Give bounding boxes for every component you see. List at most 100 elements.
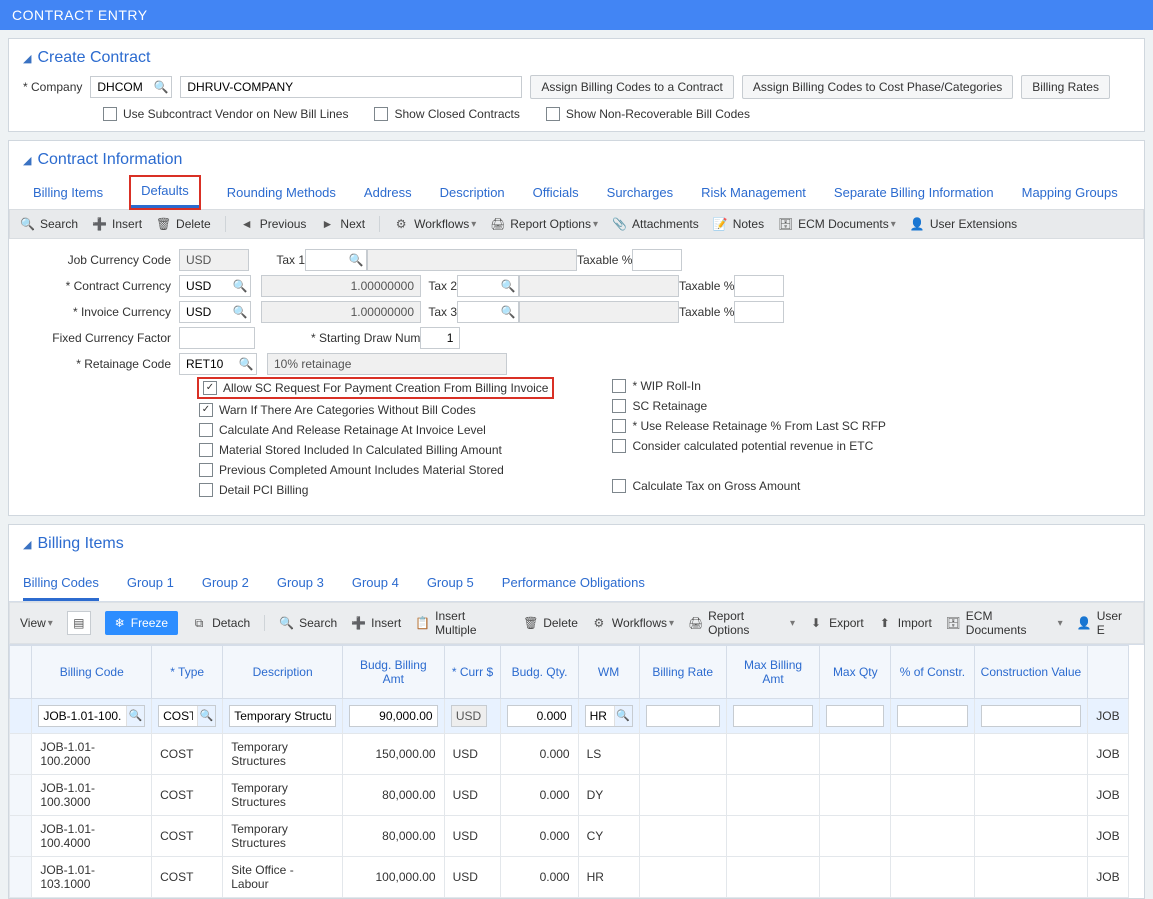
contract-info-header[interactable]: ◢ Contract Information	[23, 151, 1130, 169]
row-selector[interactable]	[10, 857, 32, 898]
grid-user-ext[interactable]: 👤User E	[1077, 609, 1133, 637]
column-header[interactable]: Description	[223, 646, 343, 699]
table-row[interactable]: JOB-1.01-100.4000COSTTemporary Structure…	[10, 816, 1129, 857]
checkbox[interactable]	[199, 403, 213, 417]
cell-input[interactable]	[349, 705, 438, 727]
subcontract-vendor-checkbox[interactable]	[103, 107, 117, 121]
grid-insert[interactable]: ➕Insert	[351, 616, 401, 630]
company-name-combo[interactable]	[180, 76, 522, 98]
tab-risk-management[interactable]: Risk Management	[701, 177, 806, 208]
checkbox[interactable]	[203, 381, 217, 395]
row-selector[interactable]	[10, 816, 32, 857]
toolbar-workflows[interactable]: ⚙Workflows ▾	[394, 217, 476, 231]
fixed-factor-input[interactable]	[179, 327, 255, 349]
toolbar-user-ext[interactable]: 👤User Extensions	[910, 217, 1017, 231]
column-header[interactable]: Budg. Billing Amt	[343, 646, 445, 699]
grid-import[interactable]: ⬆Import	[878, 616, 932, 630]
create-contract-header[interactable]: ◢ Create Contract	[23, 49, 1130, 67]
taxable2-input[interactable]	[734, 275, 784, 297]
billing-items-header[interactable]: ◢ Billing Items	[23, 535, 1130, 553]
toolbar-notes[interactable]: 📝Notes	[713, 217, 764, 231]
billing-tab-performance-obligations[interactable]: Performance Obligations	[502, 567, 645, 601]
toolbar-attachments[interactable]: 📎Attachments	[612, 217, 699, 231]
grid-view-menu[interactable]: View ▾	[20, 616, 53, 630]
tab-rounding-methods[interactable]: Rounding Methods	[227, 177, 336, 208]
tax3-input[interactable]	[458, 302, 498, 322]
cell-combo-input[interactable]	[586, 706, 614, 726]
checkbox[interactable]	[612, 479, 626, 493]
cell-combo-input[interactable]	[39, 706, 126, 726]
company-name-input[interactable]	[181, 77, 521, 97]
invoice-currency-combo[interactable]: 🔍	[179, 301, 251, 323]
assign-codes-contract-button[interactable]: Assign Billing Codes to a Contract	[530, 75, 733, 99]
search-icon[interactable]: 🔍	[614, 706, 632, 726]
toolbar-search[interactable]: 🔍Search	[20, 217, 78, 231]
grid-report[interactable]: 🖨Report Options ▾	[688, 609, 795, 637]
freeze-button[interactable]: ❄Freeze	[105, 611, 178, 635]
grid-ecm[interactable]: 🗄ECM Documents ▾	[946, 609, 1063, 637]
cell-input[interactable]	[826, 705, 884, 727]
tab-address[interactable]: Address	[364, 177, 412, 208]
row-selector[interactable]	[10, 699, 32, 734]
billing-tab-billing-codes[interactable]: Billing Codes	[23, 567, 99, 601]
tab-officials[interactable]: Officials	[533, 177, 579, 208]
cell-input[interactable]	[981, 705, 1082, 727]
billing-tab-group-1[interactable]: Group 1	[127, 567, 174, 601]
company-code-input[interactable]	[91, 77, 151, 97]
table-row[interactable]: JOB-1.01-100.3000COSTTemporary Structure…	[10, 775, 1129, 816]
cell-combo[interactable]: 🔍	[158, 705, 216, 727]
column-header[interactable]: Billing Code	[32, 646, 152, 699]
starting-draw-input[interactable]	[420, 327, 460, 349]
search-icon[interactable]: 🔍	[126, 706, 144, 726]
tax1-input[interactable]	[306, 250, 346, 270]
grid-search[interactable]: 🔍Search	[279, 616, 337, 630]
show-nonrecov-checkbox[interactable]	[546, 107, 560, 121]
column-header[interactable]	[1088, 646, 1129, 699]
search-icon[interactable]: 🔍	[498, 279, 518, 293]
search-icon[interactable]: 🔍	[197, 706, 215, 726]
search-icon[interactable]: 🔍	[151, 80, 171, 94]
table-row[interactable]: JOB-1.01-103.1000COSTSite Office - Labou…	[10, 857, 1129, 898]
cell-combo[interactable]: 🔍	[38, 705, 145, 727]
column-header[interactable]: * Curr $	[444, 646, 501, 699]
column-header[interactable]: Construction Value	[974, 646, 1088, 699]
contract-currency-combo[interactable]: 🔍	[179, 275, 251, 297]
search-icon[interactable]: 🔍	[346, 253, 366, 267]
grid-action-button[interactable]: ▤	[67, 611, 91, 635]
tax1-combo[interactable]: 🔍	[305, 249, 367, 271]
column-header[interactable]: Billing Rate	[639, 646, 726, 699]
cell-input[interactable]	[646, 705, 720, 727]
search-icon[interactable]: 🔍	[236, 357, 256, 371]
checkbox[interactable]	[199, 443, 213, 457]
checkbox[interactable]	[199, 483, 213, 497]
toolbar-next[interactable]: ►Next	[320, 217, 365, 231]
cell-input[interactable]	[733, 705, 813, 727]
table-row[interactable]: 🔍🔍USD🔍JOB	[10, 699, 1129, 734]
tab-billing-items[interactable]: Billing Items	[33, 177, 103, 208]
cell-input[interactable]	[229, 705, 336, 727]
column-header[interactable]: WM	[578, 646, 639, 699]
tab-mapping-groups[interactable]: Mapping Groups	[1022, 177, 1118, 208]
checkbox[interactable]	[199, 463, 213, 477]
grid-workflows[interactable]: ⚙Workflows ▾	[592, 616, 674, 630]
cell-combo[interactable]: 🔍	[585, 705, 633, 727]
retainage-combo[interactable]: 🔍	[179, 353, 257, 375]
tax2-combo[interactable]: 🔍	[457, 275, 519, 297]
toolbar-previous[interactable]: ◄Previous	[240, 217, 307, 231]
row-selector[interactable]	[10, 775, 32, 816]
toolbar-insert[interactable]: ➕Insert	[92, 217, 142, 231]
tax3-combo[interactable]: 🔍	[457, 301, 519, 323]
show-closed-checkbox[interactable]	[374, 107, 388, 121]
grid-export[interactable]: ⬇Export	[809, 616, 864, 630]
column-header[interactable]: Budg. Qty.	[501, 646, 578, 699]
tab-defaults[interactable]: Defaults	[131, 177, 199, 208]
taxable3-input[interactable]	[734, 301, 784, 323]
billing-tab-group-3[interactable]: Group 3	[277, 567, 324, 601]
billing-tab-group-2[interactable]: Group 2	[202, 567, 249, 601]
invoice-currency-input[interactable]	[180, 302, 230, 322]
search-icon[interactable]: 🔍	[498, 305, 518, 319]
table-row[interactable]: JOB-1.01-100.2000COSTTemporary Structure…	[10, 734, 1129, 775]
search-icon[interactable]: 🔍	[230, 305, 250, 319]
checkbox[interactable]	[612, 419, 626, 433]
taxable1-input[interactable]	[632, 249, 682, 271]
